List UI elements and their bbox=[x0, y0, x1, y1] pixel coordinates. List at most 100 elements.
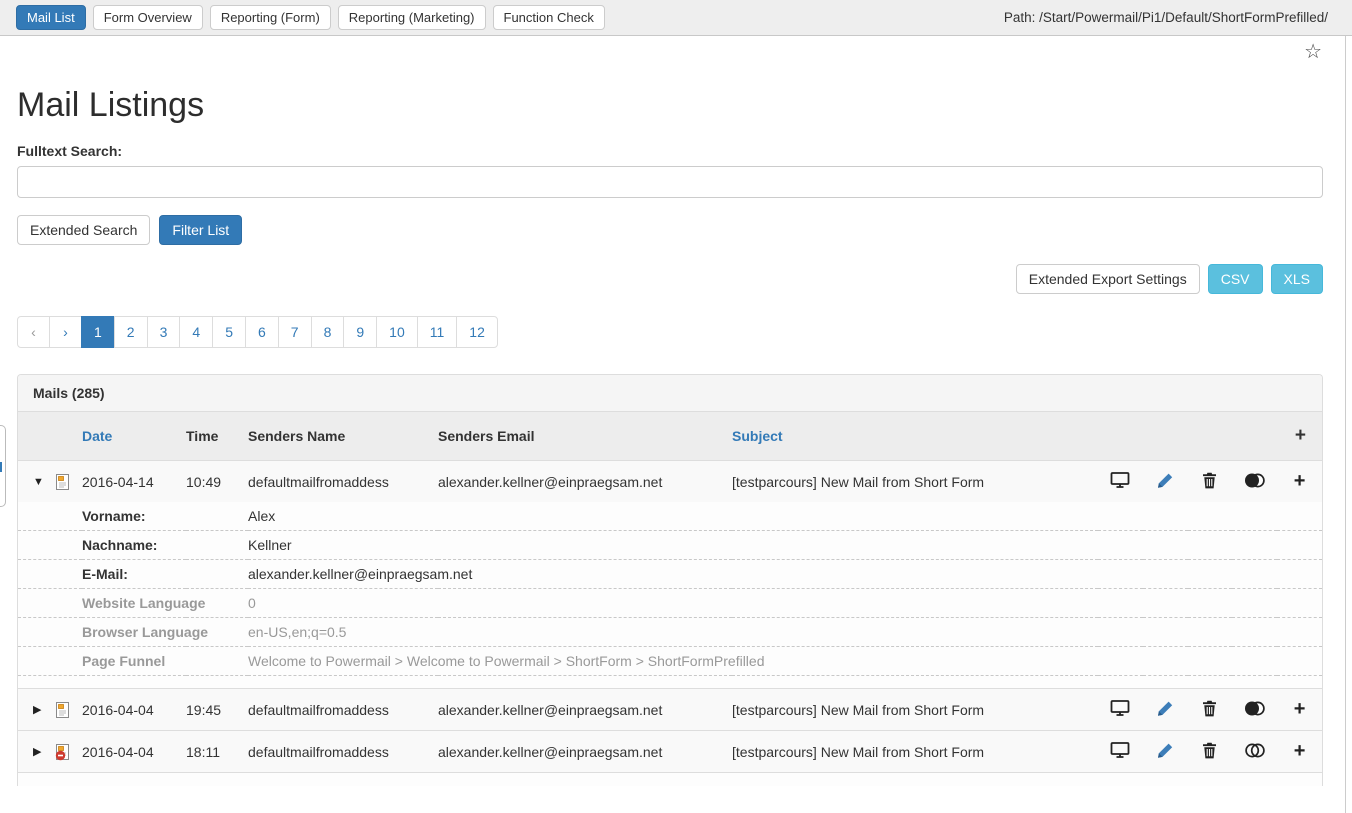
pagination-page-2[interactable]: 2 bbox=[114, 316, 148, 348]
header-add-icon[interactable]: + bbox=[1098, 412, 1322, 461]
preview-button[interactable] bbox=[1098, 689, 1143, 731]
edit-button[interactable] bbox=[1143, 689, 1188, 731]
trash-icon bbox=[1202, 700, 1217, 717]
mails-table: Date Time Senders Name Senders Email Sub… bbox=[18, 412, 1322, 786]
xls-export-button[interactable]: XLS bbox=[1271, 264, 1323, 294]
tab-form-overview[interactable]: Form Overview bbox=[93, 5, 203, 30]
extended-export-settings-button[interactable]: Extended Export Settings bbox=[1016, 264, 1200, 294]
cell-senders-name: defaultmailfromaddess bbox=[248, 731, 438, 773]
pagination-page-1[interactable]: 1 bbox=[81, 316, 115, 348]
extended-search-button[interactable]: Extended Search bbox=[17, 215, 150, 245]
table-header-row: Date Time Senders Name Senders Email Sub… bbox=[18, 412, 1322, 461]
pagination-page-9[interactable]: 9 bbox=[343, 316, 377, 348]
preview-button[interactable] bbox=[1098, 461, 1143, 503]
detail-value: en-US,en;q=0.5 bbox=[248, 618, 1322, 647]
mail-record-icon bbox=[54, 701, 71, 719]
cell-date: 2016-04-04 bbox=[82, 689, 186, 731]
header-time: Time bbox=[186, 412, 248, 461]
detail-label: Browser Language bbox=[82, 618, 248, 647]
table-row: ▶ 2016-04-04 18:11 defaultmailfromaddess… bbox=[18, 731, 1322, 773]
breadcrumb-path: Path: /Start/Powermail/Pi1/Default/Short… bbox=[1004, 10, 1342, 25]
bookmark-star-icon[interactable]: ☆ bbox=[1304, 42, 1322, 62]
add-button[interactable]: + bbox=[1277, 461, 1322, 503]
caret-down-icon[interactable]: ▼ bbox=[33, 476, 45, 488]
detail-label: Nachname: bbox=[82, 531, 248, 560]
detail-row: Nachname: Kellner bbox=[18, 531, 1322, 560]
header-caret-col bbox=[18, 412, 82, 461]
hide-toggle-button[interactable] bbox=[1232, 461, 1277, 503]
table-bottom-spacer bbox=[18, 773, 1322, 786]
cell-subject: [testparcours] New Mail from Short Form bbox=[732, 731, 1098, 773]
caret-right-icon[interactable]: ▶ bbox=[33, 703, 45, 716]
detail-row: E-Mail: alexander.kellner@einpraegsam.ne… bbox=[18, 560, 1322, 589]
detail-row: Page Funnel Welcome to Powermail > Welco… bbox=[18, 647, 1322, 676]
search-actions: Extended Search Filter List bbox=[17, 215, 1323, 245]
detail-label: E-Mail: bbox=[82, 560, 248, 589]
trash-icon bbox=[1202, 742, 1217, 759]
export-actions: Extended Export Settings CSV XLS bbox=[17, 264, 1323, 294]
edit-button[interactable] bbox=[1143, 731, 1188, 773]
pagination-page-4[interactable]: 4 bbox=[179, 316, 213, 348]
pagination-page-10[interactable]: 10 bbox=[376, 316, 418, 348]
main-content: Mail Listings Fulltext Search: Extended … bbox=[17, 86, 1323, 786]
preview-button[interactable] bbox=[1098, 731, 1143, 773]
mails-panel: Mails (285) Date Time Senders Name Sende… bbox=[17, 374, 1323, 786]
plus-icon: + bbox=[1294, 698, 1306, 720]
toggle-on-icon bbox=[1244, 700, 1266, 717]
cell-time: 18:11 bbox=[186, 731, 248, 773]
scrollbar-track[interactable] bbox=[1345, 36, 1346, 813]
pagination-page-7[interactable]: 7 bbox=[278, 316, 312, 348]
plus-icon: + bbox=[1294, 470, 1306, 492]
pagination: ‹ › 1 2 3 4 5 6 7 8 9 10 11 12 bbox=[17, 316, 498, 348]
detail-row: Vorname: Alex bbox=[18, 502, 1322, 531]
pagination-page-6[interactable]: 6 bbox=[245, 316, 279, 348]
edit-button[interactable] bbox=[1143, 461, 1188, 503]
detail-row: Browser Language en-US,en;q=0.5 bbox=[18, 618, 1322, 647]
pagination-next-icon[interactable]: › bbox=[49, 316, 82, 348]
hide-toggle-button[interactable] bbox=[1232, 689, 1277, 731]
unhide-toggle-button[interactable] bbox=[1232, 731, 1277, 773]
pagination-page-11[interactable]: 11 bbox=[417, 316, 458, 348]
sidebar-collapse-handle[interactable] bbox=[0, 425, 6, 507]
table-row: ▼ 2016-04-14 10:49 defaultmailfromaddess… bbox=[18, 461, 1322, 503]
mails-panel-title: Mails (285) bbox=[18, 375, 1322, 412]
detail-value: alexander.kellner@einpraegsam.net bbox=[248, 560, 1322, 589]
cell-subject: [testparcours] New Mail from Short Form bbox=[732, 689, 1098, 731]
pagination-prev-icon[interactable]: ‹ bbox=[17, 316, 50, 348]
detail-value: 0 bbox=[248, 589, 1322, 618]
fulltext-search-label: Fulltext Search: bbox=[17, 143, 1323, 159]
delete-button[interactable] bbox=[1188, 731, 1233, 773]
caret-right-icon[interactable]: ▶ bbox=[33, 745, 45, 758]
delete-button[interactable] bbox=[1188, 461, 1233, 503]
page-title: Mail Listings bbox=[17, 86, 1323, 125]
tab-function-check[interactable]: Function Check bbox=[493, 5, 605, 30]
header-subject[interactable]: Subject bbox=[732, 412, 1098, 461]
delete-button[interactable] bbox=[1188, 689, 1233, 731]
monitor-icon bbox=[1110, 471, 1130, 489]
pagination-page-5[interactable]: 5 bbox=[212, 316, 246, 348]
csv-export-button[interactable]: CSV bbox=[1208, 264, 1263, 294]
pencil-icon bbox=[1157, 472, 1174, 489]
add-button[interactable]: + bbox=[1277, 689, 1322, 731]
filter-list-button[interactable]: Filter List bbox=[159, 215, 242, 245]
cell-date: 2016-04-14 bbox=[82, 461, 186, 503]
tab-reporting-marketing[interactable]: Reporting (Marketing) bbox=[338, 5, 486, 30]
add-button[interactable]: + bbox=[1277, 731, 1322, 773]
docheader-row: ☆ bbox=[0, 36, 1352, 62]
search-input[interactable] bbox=[17, 166, 1323, 198]
tab-mail-list[interactable]: Mail List bbox=[16, 5, 86, 30]
pencil-icon bbox=[1157, 742, 1174, 759]
pagination-page-8[interactable]: 8 bbox=[311, 316, 345, 348]
pagination-page-12[interactable]: 12 bbox=[456, 316, 498, 348]
header-senders-name: Senders Name bbox=[248, 412, 438, 461]
detail-value: Kellner bbox=[248, 531, 1322, 560]
tab-reporting-form[interactable]: Reporting (Form) bbox=[210, 5, 331, 30]
cell-senders-name: defaultmailfromaddess bbox=[248, 689, 438, 731]
pencil-icon bbox=[1157, 700, 1174, 717]
cell-subject: [testparcours] New Mail from Short Form bbox=[732, 461, 1098, 503]
header-date[interactable]: Date bbox=[82, 412, 186, 461]
cell-senders-name: defaultmailfromaddess bbox=[248, 461, 438, 503]
trash-icon bbox=[1202, 472, 1217, 489]
pagination-page-3[interactable]: 3 bbox=[147, 316, 181, 348]
toggle-on-icon bbox=[1244, 472, 1266, 489]
